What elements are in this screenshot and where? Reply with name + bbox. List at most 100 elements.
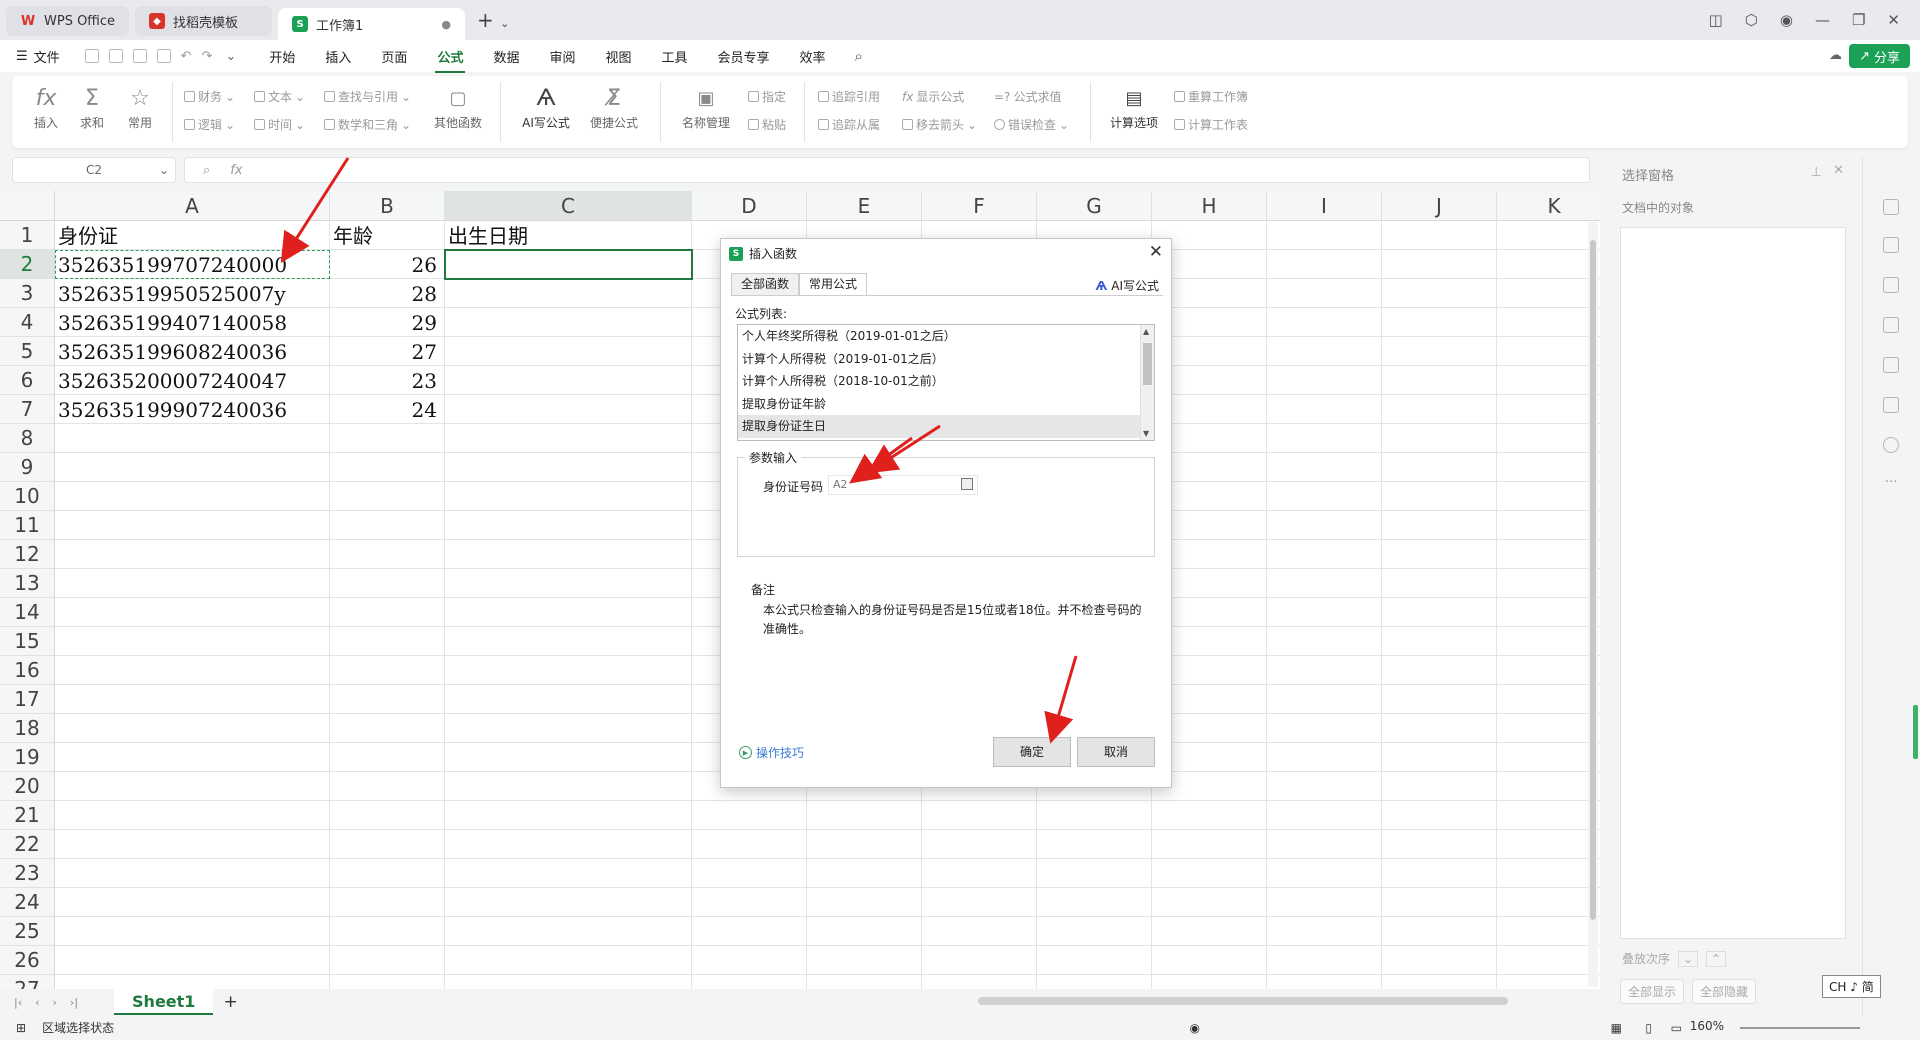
layout-icon[interactable]: ◫ xyxy=(1709,11,1723,29)
other-functions-button[interactable]: ▢ 其他函数 xyxy=(432,84,484,131)
add-sheet-icon[interactable]: + xyxy=(223,992,237,1012)
calc-options-button[interactable]: ▤ 计算选项 xyxy=(1102,84,1166,131)
text-button[interactable]: 文本 ⌄ xyxy=(254,88,305,105)
row-header-2[interactable]: 2 xyxy=(0,250,55,279)
cell-b3[interactable]: 28 xyxy=(330,281,437,308)
ai-formula-link[interactable]: Ѧ AI写公式 xyxy=(1095,277,1159,294)
pointer-icon[interactable] xyxy=(1883,199,1899,215)
zoom-search-icon[interactable]: ⌕ xyxy=(203,163,210,178)
name-box[interactable]: C2 ⌄ xyxy=(12,157,176,183)
column-header-e[interactable]: E xyxy=(807,191,922,221)
error-check-button[interactable]: 错误检查 ⌄ xyxy=(994,116,1069,133)
cell-b1[interactable]: 年龄 xyxy=(333,223,373,250)
ok-button[interactable]: 确定 xyxy=(993,737,1071,767)
normal-view-icon[interactable]: ▦ xyxy=(1611,1021,1622,1035)
column-header-h[interactable]: H xyxy=(1152,191,1267,221)
finance-button[interactable]: 财务 ⌄ xyxy=(184,88,235,105)
print-icon[interactable] xyxy=(132,49,147,63)
eye-icon[interactable]: ◉ xyxy=(1190,1021,1200,1035)
image-icon[interactable] xyxy=(1883,317,1899,333)
cell-b2[interactable]: 26 xyxy=(330,252,437,279)
evaluate-formula-button[interactable]: =? 公式求值 xyxy=(994,88,1061,105)
move-up-icon[interactable]: ⌃ xyxy=(1706,950,1727,967)
common-functions-button[interactable]: ☆ 常用 xyxy=(120,84,160,131)
row-header-25[interactable]: 25 xyxy=(0,917,55,946)
scroll-up-icon[interactable]: ▲ xyxy=(1143,327,1149,336)
select-all-corner[interactable] xyxy=(0,191,55,221)
avatar[interactable]: ◉ xyxy=(1780,11,1793,29)
formula-list-item[interactable]: 提取身份证年龄 xyxy=(738,393,1154,416)
formula-list-item[interactable]: 个人年终奖所得税（2019-01-01之后） xyxy=(738,325,1154,348)
column-header-b[interactable]: B xyxy=(330,191,445,221)
formula-list[interactable]: 个人年终奖所得税（2019-01-01之后） 计算个人所得税（2019-01-01… xyxy=(737,324,1155,441)
specify-button[interactable]: 指定 xyxy=(748,88,786,105)
menu-formula[interactable]: 公式 xyxy=(435,47,466,73)
paste-name-button[interactable]: 粘贴 xyxy=(748,116,786,133)
undo-icon[interactable]: ↶ xyxy=(181,49,192,64)
menu-view[interactable]: 视图 xyxy=(605,47,631,66)
time-button[interactable]: 时间 ⌄ xyxy=(254,116,305,133)
zoom-level[interactable]: 160% xyxy=(1690,1019,1724,1033)
tab-workbook[interactable]: S 工作簿1 ● xyxy=(278,8,465,40)
row-header-15[interactable]: 15 xyxy=(0,627,55,656)
zoom-slider[interactable] xyxy=(1740,1027,1860,1029)
backup-icon[interactable] xyxy=(1883,397,1899,413)
cell-a5[interactable]: 352635199608240036 xyxy=(58,339,287,366)
dialog-close-icon[interactable]: ✕ xyxy=(1149,242,1163,262)
pane-close-icon[interactable]: ✕ xyxy=(1833,163,1844,178)
pin-icon[interactable]: ⊥ xyxy=(1811,165,1822,180)
row-header-20[interactable]: 20 xyxy=(0,772,55,801)
minimize-icon[interactable]: — xyxy=(1815,11,1830,29)
insert-function-button[interactable]: fx 插入 xyxy=(26,84,66,131)
recalc-workbook-button[interactable]: 重算工作簿 xyxy=(1174,88,1248,105)
trace-precedents-button[interactable]: 追踪引用 xyxy=(818,88,880,105)
row-header-14[interactable]: 14 xyxy=(0,598,55,627)
show-formula-button[interactable]: fx 显示公式 xyxy=(902,88,964,105)
row-header-6[interactable]: 6 xyxy=(0,366,55,395)
menu-page[interactable]: 页面 xyxy=(381,47,407,66)
id-number-input[interactable]: A2 xyxy=(828,475,978,495)
sheet-tab-sheet1[interactable]: Sheet1 xyxy=(114,989,214,1015)
row-header-16[interactable]: 16 xyxy=(0,656,55,685)
row-header-23[interactable]: 23 xyxy=(0,859,55,888)
remove-arrows-button[interactable]: 移去箭头 ⌄ xyxy=(902,116,977,133)
cell-a7[interactable]: 352635199907240036 xyxy=(58,397,287,424)
column-header-a[interactable]: A xyxy=(55,191,330,221)
prev-sheet-icon[interactable]: ‹ xyxy=(35,996,39,1009)
row-header-3[interactable]: 3 xyxy=(0,279,55,308)
quick-formula-button[interactable]: Σ̸ 便捷公式 xyxy=(584,84,644,131)
redo-icon[interactable]: ↷ xyxy=(202,49,213,64)
menu-home[interactable]: 开始 xyxy=(269,47,295,66)
row-header-9[interactable]: 9 xyxy=(0,453,55,482)
math-button[interactable]: 数学和三角 ⌄ xyxy=(324,116,411,133)
page-view-icon[interactable]: ▯ xyxy=(1645,1021,1652,1035)
row-header-17[interactable]: 17 xyxy=(0,685,55,714)
cancel-button[interactable]: 取消 xyxy=(1077,737,1155,767)
new-tab-icon[interactable]: + ⌄ xyxy=(477,8,509,32)
row-header-10[interactable]: 10 xyxy=(0,482,55,511)
tab-all-functions[interactable]: 全部函数 xyxy=(731,273,800,295)
cell-a3[interactable]: 35263519950525007y xyxy=(58,281,286,308)
column-header-f[interactable]: F xyxy=(922,191,1037,221)
find-icon[interactable] xyxy=(108,49,123,63)
objects-list[interactable] xyxy=(1620,227,1846,939)
formula-bar[interactable]: ⌕ fx xyxy=(184,157,1590,183)
restore-icon[interactable]: ❐ xyxy=(1852,11,1865,29)
menu-tools[interactable]: 工具 xyxy=(662,47,688,66)
cell-a1[interactable]: 身份证 xyxy=(58,223,118,250)
show-all-button[interactable]: 全部显示 xyxy=(1620,979,1685,1004)
scroll-thumb[interactable] xyxy=(1590,240,1596,920)
menu-efficiency[interactable]: 效率 xyxy=(800,47,826,66)
row-header-7[interactable]: 7 xyxy=(0,395,55,424)
cube-icon[interactable]: ⬡ xyxy=(1745,11,1758,29)
autosum-button[interactable]: Σ 求和 xyxy=(72,84,112,131)
ai-formula-button[interactable]: Ѧ AI写公式 xyxy=(516,84,576,131)
row-header-1[interactable]: 1 xyxy=(0,221,55,250)
range-select-icon[interactable] xyxy=(961,478,973,490)
active-cell-c2[interactable] xyxy=(444,249,693,280)
menu-insert[interactable]: 插入 xyxy=(325,47,351,66)
logic-button[interactable]: 逻辑 ⌄ xyxy=(184,116,235,133)
horizontal-scrollbar[interactable] xyxy=(978,997,1508,1005)
tab-common-formulas[interactable]: 常用公式 xyxy=(799,273,868,296)
scroll-down-icon[interactable]: ▼ xyxy=(1143,429,1149,438)
